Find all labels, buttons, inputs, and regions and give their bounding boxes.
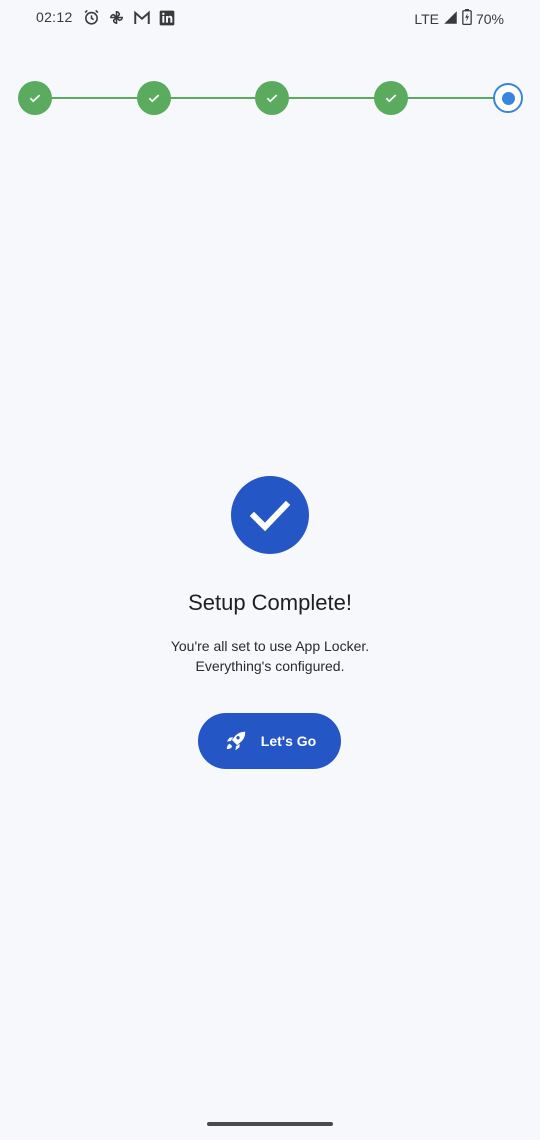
lets-go-label: Let's Go xyxy=(260,733,317,749)
alarm-icon xyxy=(83,9,100,26)
subtitle-line-2: Everything's configured. xyxy=(195,658,345,674)
status-right: LTE 70% xyxy=(414,9,504,28)
checkmark-icon xyxy=(29,94,41,103)
rocket-icon xyxy=(223,728,249,754)
checkmark-icon xyxy=(385,94,397,103)
subtitle-line-1: You're all set to use App Locker. xyxy=(170,638,370,654)
success-badge xyxy=(231,476,309,554)
setup-stepper xyxy=(18,80,523,116)
linkedin-icon xyxy=(159,10,175,26)
battery-percent: 70% xyxy=(475,10,504,27)
step-1-complete xyxy=(18,81,52,115)
step-5-current xyxy=(493,83,523,113)
pinwheel-icon xyxy=(108,9,125,26)
lets-go-button[interactable]: Let's Go xyxy=(198,713,341,769)
gmail-icon xyxy=(133,10,151,26)
checkmark-icon xyxy=(266,94,278,103)
step-2-complete xyxy=(137,81,171,115)
home-indicator[interactable] xyxy=(207,1122,333,1126)
network-label: LTE xyxy=(414,10,439,27)
step-4-complete xyxy=(374,81,408,115)
signal-icon xyxy=(443,10,458,28)
checkmark-icon xyxy=(249,500,291,532)
notification-icons xyxy=(83,9,175,26)
battery-icon xyxy=(462,9,472,28)
status-bar: 02:12 LTE 70% xyxy=(0,0,540,36)
current-step-dot xyxy=(501,91,515,105)
page-subtitle: You're all set to use App Locker. Everyt… xyxy=(0,636,540,676)
status-time: 02:12 xyxy=(36,9,73,25)
step-3-complete xyxy=(255,81,289,115)
page-title: Setup Complete! xyxy=(188,590,352,615)
checkmark-icon xyxy=(148,94,160,103)
